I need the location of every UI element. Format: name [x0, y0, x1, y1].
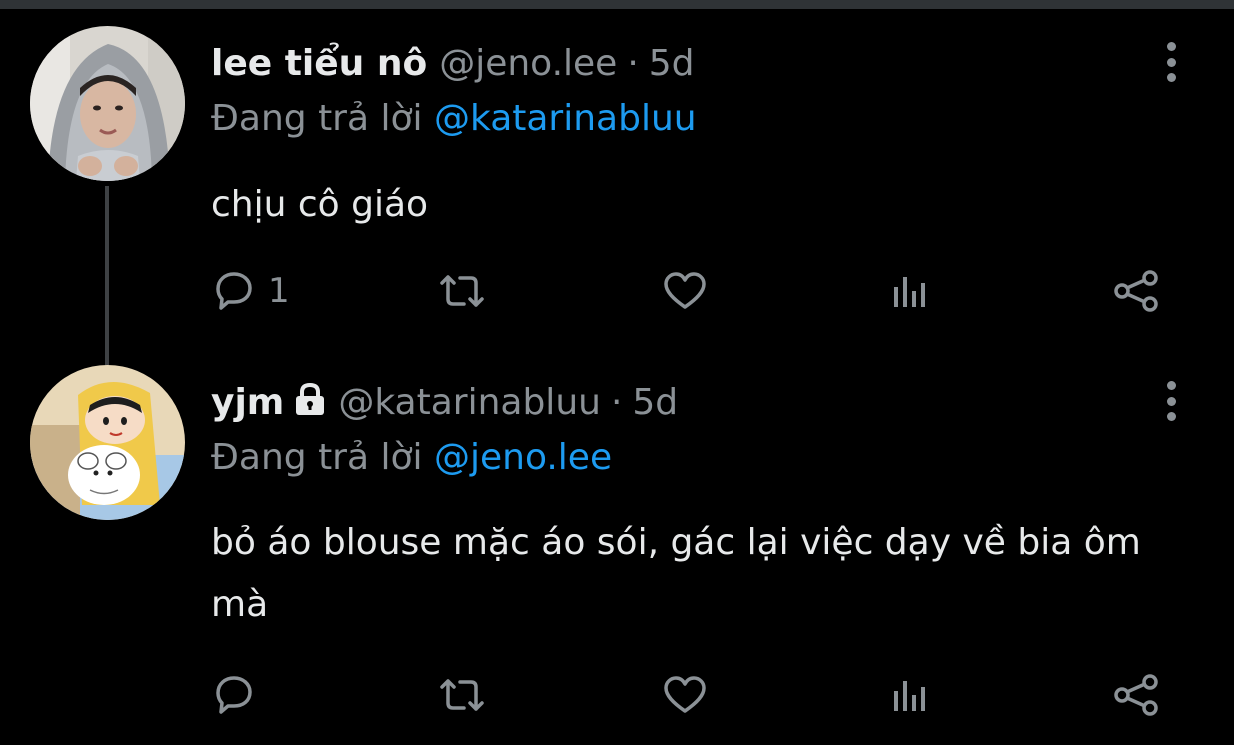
stats-icon [894, 681, 925, 711]
retweet-button[interactable] [436, 266, 488, 316]
share-button[interactable] [1112, 266, 1160, 316]
user-handle[interactable]: @jeno.lee [439, 43, 617, 84]
tweet-header: lee tiểu nô @jeno.lee · 5d [211, 42, 695, 86]
action-bar: 1 [0, 266, 1234, 316]
reply-prefix: Đang trả lời [211, 437, 423, 478]
reply-button[interactable] [212, 670, 268, 720]
avatar[interactable] [30, 365, 185, 520]
like-button[interactable] [662, 670, 708, 720]
display-name[interactable]: lee tiểu nô [211, 43, 427, 84]
like-button[interactable] [662, 266, 708, 316]
replying-to: Đang trả lời @jeno.lee [211, 436, 612, 480]
retweet-button[interactable] [436, 670, 488, 720]
timestamp[interactable]: 5d [649, 43, 695, 84]
more-dot [1166, 381, 1176, 390]
reply-icon [216, 272, 252, 310]
share-icon [1114, 270, 1158, 312]
tweet-text: chịu cô giáo [211, 184, 429, 225]
action-bar [0, 670, 1234, 720]
like-icon [664, 676, 706, 713]
reply-to-handle[interactable]: @katarinabluu [434, 98, 697, 139]
more-dot [1166, 73, 1176, 82]
more-dot [1166, 396, 1176, 406]
tweet-header: yjm @katarinabluu · 5d [211, 381, 678, 427]
reply-icon [216, 676, 252, 714]
replying-to: Đang trả lời @katarinabluu [211, 97, 697, 141]
more-dot [1166, 42, 1176, 51]
top-divider [0, 0, 1234, 9]
tweet-katarinabluu[interactable]: yjm @katarinabluu · 5d Đang trả lời @jeno.l… [0, 365, 1234, 745]
avatar[interactable] [30, 26, 185, 181]
tweet-jeno-lee[interactable]: lee tiểu nô @jeno.lee · 5d Đang trả lời @ka… [0, 26, 1234, 384]
stats-icon [894, 277, 925, 307]
reply-count: 1 [268, 271, 290, 311]
reply-to-handle[interactable]: @jeno.lee [434, 437, 612, 478]
more-icon[interactable] [1152, 381, 1190, 421]
more-dot [1166, 57, 1176, 67]
share-button[interactable] [1112, 670, 1160, 720]
reply-button[interactable]: 1 [212, 266, 290, 316]
reply-prefix: Đang trả lời [211, 98, 423, 139]
stats-button[interactable] [890, 670, 934, 720]
retweet-icon [440, 275, 484, 307]
lock-icon [294, 382, 326, 427]
like-icon [664, 272, 706, 309]
separator-dot: · [610, 382, 623, 423]
timestamp[interactable]: 5d [632, 382, 678, 423]
more-icon[interactable] [1152, 42, 1190, 82]
share-icon [1114, 674, 1158, 716]
separator-dot: · [627, 43, 639, 84]
more-dot [1166, 412, 1176, 421]
stats-button[interactable] [890, 266, 934, 316]
retweet-icon [440, 679, 484, 711]
display-name[interactable]: yjm [211, 382, 284, 423]
tweet-text: bỏ áo blouse mặc áo sói, gác lại việc dạ… [211, 522, 1141, 625]
user-handle[interactable]: @katarinabluu [338, 382, 601, 423]
